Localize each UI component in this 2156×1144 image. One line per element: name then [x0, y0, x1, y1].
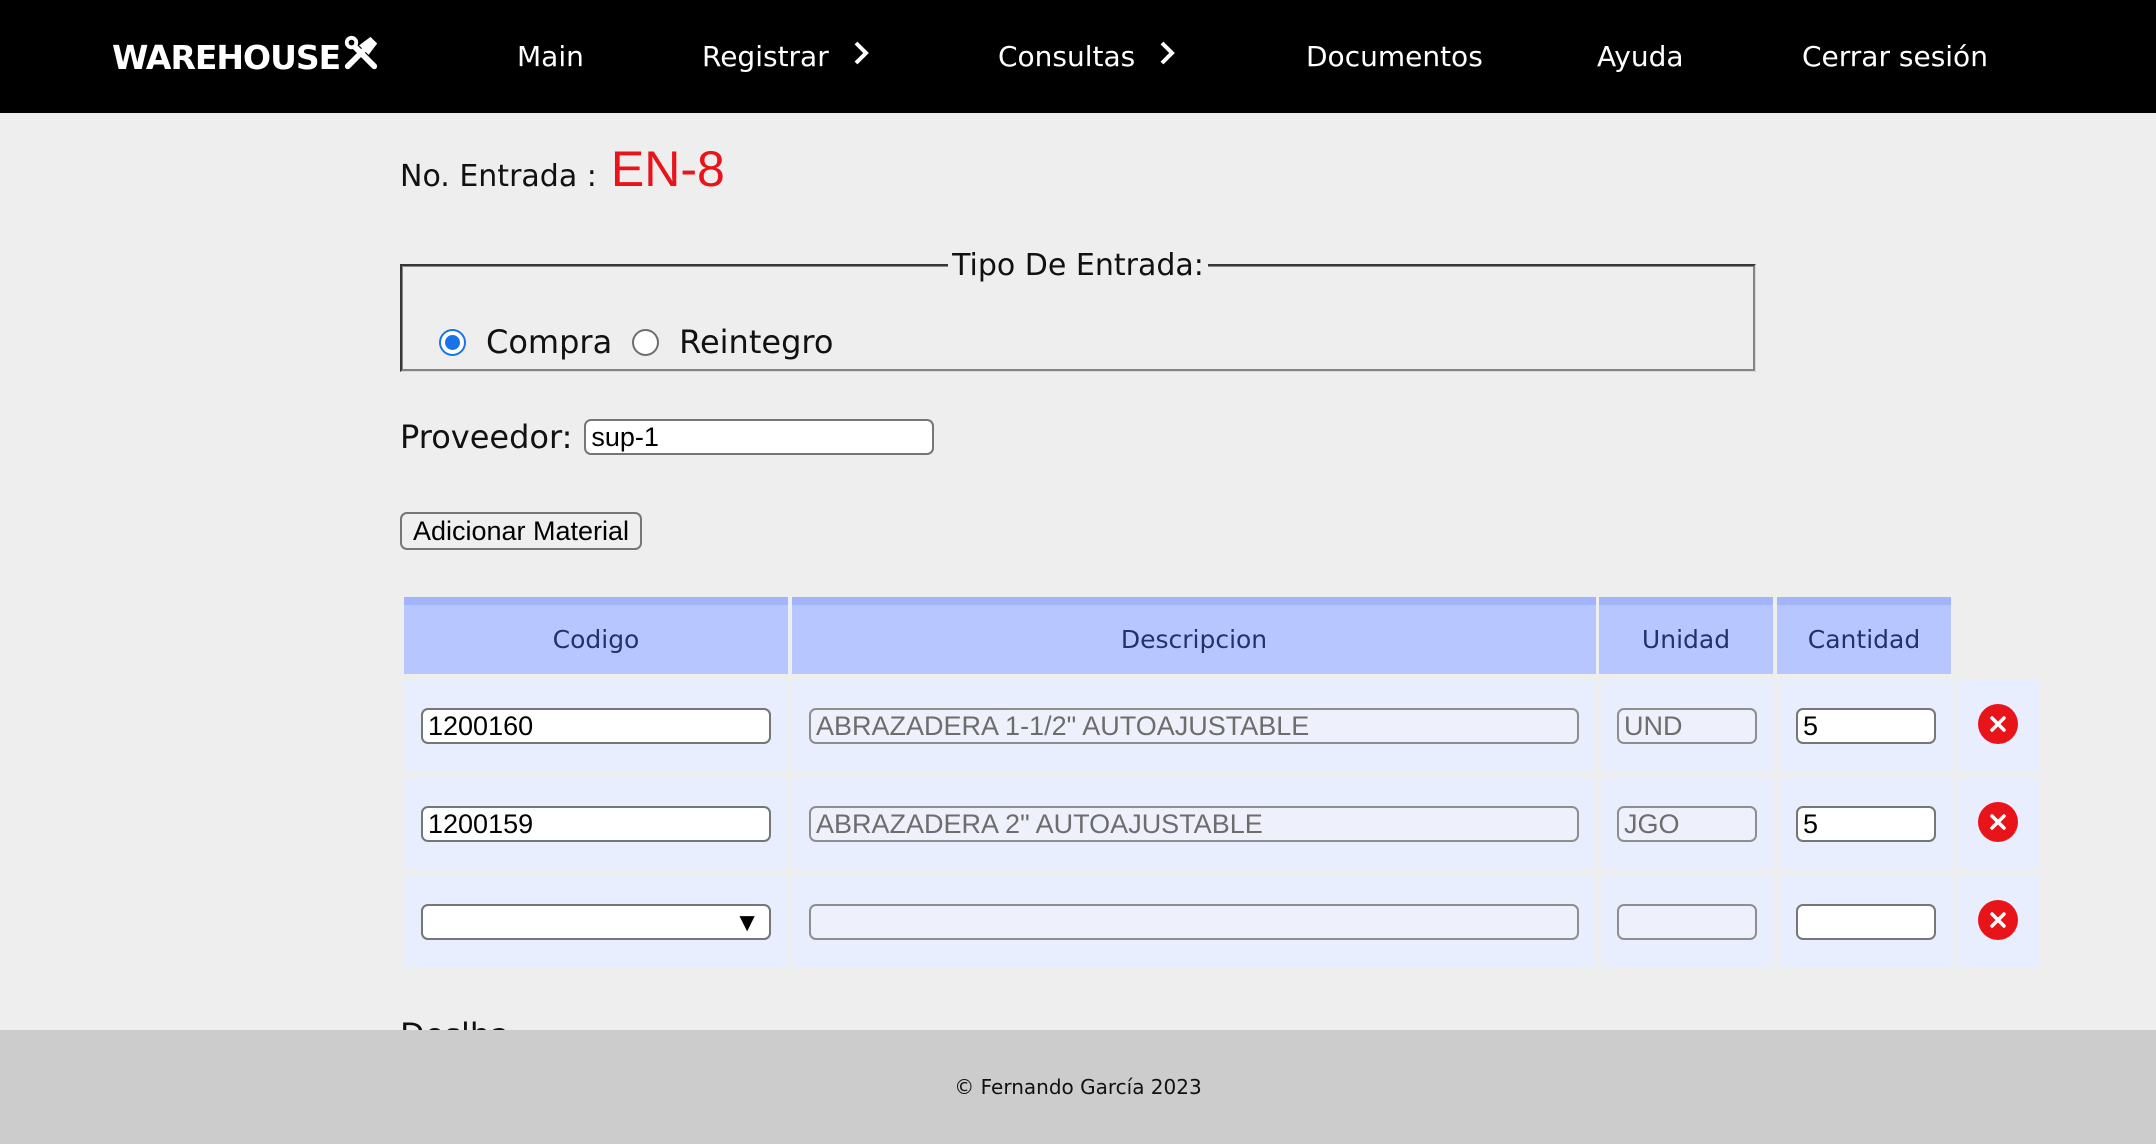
column-header-codigo: Codigo: [404, 597, 788, 674]
radio-compra[interactable]: [439, 328, 466, 356]
nav-consultas-label: Consultas: [998, 39, 1136, 73]
description-input: ABRAZADERA 2" AUTOAJUSTABLE: [809, 806, 1579, 842]
entry-number-label: No. Entrada :: [400, 159, 597, 194]
tools-icon: [342, 34, 380, 80]
cell-quantity: [1779, 876, 1953, 968]
nav-ayuda[interactable]: Ayuda: [1597, 36, 1684, 76]
footer: © Fernando García 2023: [0, 1030, 2156, 1144]
nav-registrar[interactable]: Registrar: [702, 36, 871, 76]
select-arrow-icon: ▼: [734, 906, 760, 937]
description-input: ABRAZADERA 1-1/2" AUTOAJUSTABLE: [809, 708, 1579, 744]
close-circle-icon[interactable]: [1978, 900, 2018, 940]
nav-consultas[interactable]: Consultas: [998, 36, 1177, 76]
nav-ayuda-label: Ayuda: [1597, 39, 1684, 73]
unit-input: JGO: [1617, 806, 1757, 842]
brand-name: WAREHOUSE: [112, 37, 341, 77]
cell-delete: [1957, 876, 2039, 968]
entry-type-radios: Compra Reintegro: [439, 323, 853, 361]
cell-quantity: 5: [1779, 778, 1953, 870]
chevron-right-icon: [1157, 40, 1177, 73]
unit-input: [1617, 904, 1757, 940]
code-input[interactable]: 1200160: [421, 708, 771, 744]
nav-cerrar-sesion-label: Cerrar sesión: [1802, 39, 1988, 73]
quantity-input[interactable]: 5: [1796, 708, 1936, 744]
cell-delete: [1957, 680, 2039, 772]
provider-row: Proveedor: sup-1: [400, 418, 935, 456]
code-select[interactable]: ▼: [421, 904, 771, 940]
cell-unit: JGO: [1601, 778, 1773, 870]
entry-type-legend: Tipo De Entrada:: [952, 248, 1204, 283]
cell-delete: [1957, 778, 2039, 870]
column-header-unidad: Unidad: [1599, 597, 1773, 674]
provider-label: Proveedor:: [400, 418, 573, 456]
cell-unit: UND: [1601, 680, 1773, 772]
entry-number: No. Entrada : EN-8: [400, 140, 725, 198]
nav-documentos-label: Documentos: [1306, 39, 1483, 73]
cell-code: 1200160: [404, 680, 788, 772]
cell-code: ▼: [404, 876, 788, 968]
nav-main[interactable]: Main: [517, 36, 584, 76]
quantity-input[interactable]: [1796, 904, 1936, 940]
cell-description: [792, 876, 1596, 968]
column-header-cantidad: Cantidad: [1777, 597, 1951, 674]
unit-input: UND: [1617, 708, 1757, 744]
radio-compra-label[interactable]: Compra: [486, 323, 612, 361]
entry-type-fieldset: Tipo De Entrada: Compra Reintegro: [400, 248, 1756, 372]
nav-cerrar-sesion[interactable]: Cerrar sesión: [1802, 36, 1988, 76]
chevron-right-icon: [851, 40, 871, 73]
cell-description: ABRAZADERA 2" AUTOAJUSTABLE: [792, 778, 1596, 870]
description-input: [809, 904, 1579, 940]
brand-logo[interactable]: WAREHOUSE: [112, 34, 380, 80]
nav-registrar-label: Registrar: [702, 39, 829, 73]
cell-unit: [1601, 876, 1773, 968]
add-material-button[interactable]: Adicionar Material: [400, 512, 642, 550]
cell-description: ABRAZADERA 1-1/2" AUTOAJUSTABLE: [792, 680, 1596, 772]
nav-documentos[interactable]: Documentos: [1306, 36, 1483, 76]
radio-reintegro[interactable]: [632, 328, 660, 356]
quantity-input[interactable]: 5: [1796, 806, 1936, 842]
code-input[interactable]: 1200159: [421, 806, 771, 842]
cell-code: 1200159: [404, 778, 788, 870]
top-navbar: WAREHOUSE Main Registrar Consultas Docum…: [0, 0, 2156, 113]
cell-quantity: 5: [1779, 680, 1953, 772]
close-circle-icon[interactable]: [1978, 802, 2018, 842]
radio-reintegro-label[interactable]: Reintegro: [679, 323, 833, 361]
footer-copyright: © Fernando García 2023: [954, 1075, 1202, 1099]
partial-section-heading: Deslha: [400, 1016, 510, 1030]
entry-number-value: EN-8: [610, 141, 725, 197]
nav-main-label: Main: [517, 39, 584, 73]
close-circle-icon[interactable]: [1978, 704, 2018, 744]
provider-input[interactable]: sup-1: [584, 419, 935, 455]
column-header-descripcion: Descripcion: [792, 597, 1596, 674]
